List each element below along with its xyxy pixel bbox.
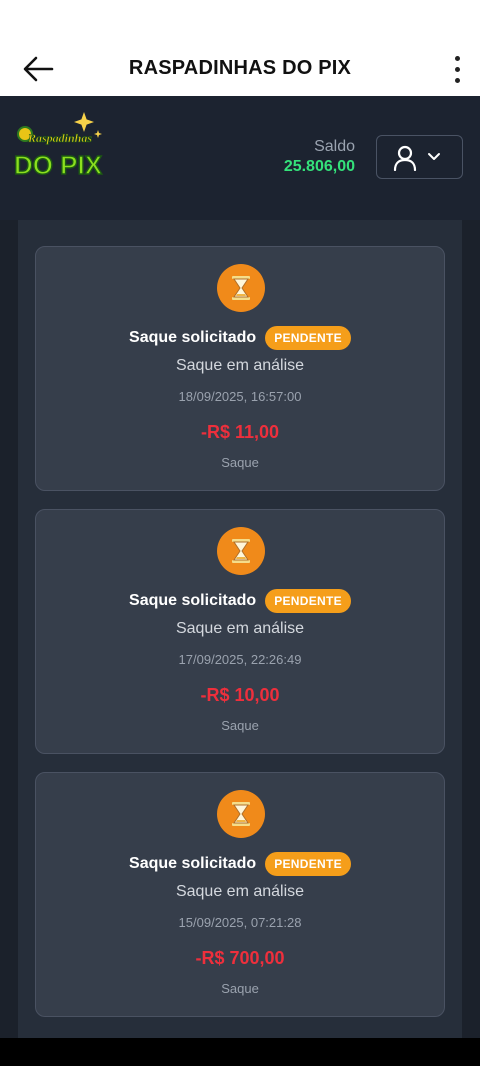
hourglass-icon — [232, 802, 250, 826]
site-header: Raspadinhas DO PIX Saldo 25.806,00 — [0, 96, 480, 220]
status-icon-circle — [217, 527, 265, 575]
transactions-area[interactable]: Saque solicitado PENDENTE Saque em análi… — [0, 220, 480, 1038]
transaction-card[interactable]: Saque solicitado PENDENTE Saque em análi… — [35, 772, 445, 1017]
system-navigation-bar — [0, 1038, 480, 1066]
transaction-subtitle: Saque em análise — [175, 883, 305, 900]
balance-value: 25.806,00 — [283, 158, 355, 175]
brand-logo[interactable]: Raspadinhas DO PIX — [14, 110, 106, 180]
title-row: Saque solicitado PENDENTE — [36, 325, 444, 351]
user-icon — [393, 145, 417, 171]
transaction-date: 15/09/2025, 07:21:28 — [178, 915, 302, 930]
transaction-date: 17/09/2025, 22:26:49 — [178, 652, 302, 667]
transaction-card[interactable]: Saque solicitado PENDENTE Saque em análi… — [35, 246, 445, 491]
more-options-icon[interactable] — [448, 54, 466, 84]
page-title: RASPADINHAS DO PIX — [128, 57, 352, 79]
transactions-panel: Saque solicitado PENDENTE Saque em análi… — [18, 220, 462, 1038]
hourglass-icon — [232, 539, 250, 563]
hourglass-icon — [232, 276, 250, 300]
status-badge: PENDENTE — [265, 852, 351, 876]
status-icon-circle — [217, 264, 265, 312]
transaction-amount: -R$ 11,00 — [200, 422, 280, 442]
chevron-down-icon — [428, 153, 440, 160]
status-badge: PENDENTE — [265, 589, 351, 613]
transaction-type: Saque — [221, 455, 259, 470]
title-row: Saque solicitado PENDENTE — [36, 851, 444, 877]
transaction-title: Saque solicitado — [129, 855, 257, 872]
title-row: Saque solicitado PENDENTE — [36, 588, 444, 614]
status-icon-circle — [217, 790, 265, 838]
user-menu-button[interactable] — [376, 135, 463, 179]
transaction-title: Saque solicitado — [129, 592, 257, 609]
transaction-amount: -R$ 700,00 — [195, 948, 285, 968]
transaction-type: Saque — [221, 718, 259, 733]
transaction-title: Saque solicitado — [129, 329, 257, 346]
transaction-type: Saque — [221, 981, 259, 996]
app-bar: RASPADINHAS DO PIX — [0, 0, 480, 96]
transaction-subtitle: Saque em análise — [175, 357, 305, 374]
balance-label: Saldo — [314, 138, 355, 155]
status-badge: PENDENTE — [265, 326, 351, 350]
transaction-date: 18/09/2025, 16:57:00 — [178, 389, 302, 404]
transaction-card[interactable]: Saque solicitado PENDENTE Saque em análi… — [35, 509, 445, 754]
transaction-subtitle: Saque em análise — [175, 620, 305, 637]
svg-text:DO PIX: DO PIX — [14, 150, 103, 180]
svg-text:Raspadinhas: Raspadinhas — [27, 131, 92, 145]
transaction-amount: -R$ 10,00 — [200, 685, 280, 705]
